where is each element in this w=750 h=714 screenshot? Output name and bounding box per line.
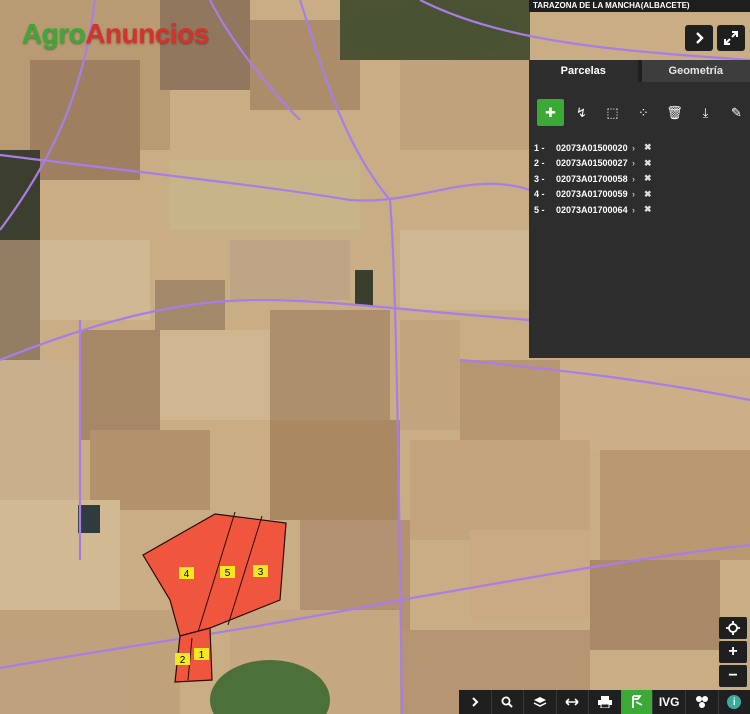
list-item[interactable]: 2 - 02073A01500027 › ✖ xyxy=(534,156,750,172)
edit-button[interactable]: ✎ xyxy=(723,99,750,126)
svg-text:1: 1 xyxy=(199,650,205,661)
chevron-right-icon[interactable]: › xyxy=(632,158,644,168)
measure-icon xyxy=(565,698,580,706)
chevron-right-icon[interactable]: › xyxy=(632,205,644,215)
layers-icon xyxy=(533,697,547,707)
share-button[interactable] xyxy=(684,690,718,714)
list-item[interactable]: 1 - 02073A01500020 › ✖ xyxy=(534,140,750,156)
panel-body: ✚ ↯ ⬚ ⁘ 🗑 ⤓ ✎ 1 -02073A01500020 › ✖ 2 -020… xyxy=(529,82,750,358)
add-parcel-icon: ✚ xyxy=(545,104,556,120)
parcel-label-1: 1 xyxy=(194,648,209,661)
parcel-number: 3 - xyxy=(534,173,545,184)
parcel-code[interactable]: 02073A01700059 xyxy=(556,189,632,199)
parcel-code[interactable]: 02073A01700058 xyxy=(556,174,632,184)
select-parcel-button[interactable]: ↯ xyxy=(568,99,595,126)
edit-icon: ✎ xyxy=(731,104,742,120)
download-icon: ⤓ xyxy=(702,104,709,120)
search-button[interactable] xyxy=(490,690,524,714)
expand-icon xyxy=(724,31,738,45)
close-icon[interactable]: ✖ xyxy=(644,142,652,153)
tab-parcelas[interactable]: Parcelas xyxy=(529,60,638,82)
tab-geometria[interactable]: Geometría xyxy=(641,60,750,82)
parcel-toolbar: ✚ ↯ ⬚ ⁘ 🗑 ⤓ ✎ xyxy=(529,82,750,126)
list-item[interactable]: 3 - 02073A01700058 › ✖ xyxy=(534,171,750,187)
search-icon xyxy=(501,696,514,708)
delete-button[interactable]: 🗑 xyxy=(661,99,688,126)
parcel-label-2: 2 xyxy=(175,653,190,666)
select-parcel-icon: ↯ xyxy=(576,104,587,120)
add-parcel-button[interactable]: ✚ xyxy=(537,99,564,126)
logo-anuncios: Anuncios xyxy=(85,18,209,49)
parcel-code[interactable]: 02073A01700064 xyxy=(556,205,632,215)
panel-tabs: Parcelas Geometría xyxy=(529,60,750,82)
list-item[interactable]: 4 - 02073A01700059 › ✖ xyxy=(534,187,750,203)
svg-text:5: 5 xyxy=(225,568,231,579)
fullscreen-button[interactable] xyxy=(717,25,745,51)
list-item[interactable]: 5 - 02073A01700064 › ✖ xyxy=(534,202,750,218)
parcel-panel: Parcelas Geometría ✚ ↯ ⬚ ⁘ 🗑 ⤓ ✎ 1 - 0207… xyxy=(529,60,750,358)
crosshair-icon xyxy=(726,621,740,635)
close-icon[interactable]: ✖ xyxy=(644,173,652,184)
info-icon: i xyxy=(727,695,742,709)
print-icon xyxy=(598,696,613,708)
add-area-button[interactable]: ⬚ xyxy=(599,99,626,126)
parcel-code[interactable]: 02073A01500027 xyxy=(556,158,632,168)
chevron-right-icon[interactable]: › xyxy=(632,143,644,153)
parcel-label-4: 4 xyxy=(179,567,194,580)
parcel-list: 1 -02073A01500020 › ✖ 2 -02073A01500027 › ✖ … xyxy=(529,140,750,218)
zoom-in-button[interactable]: + xyxy=(719,641,747,663)
parcel-number: 5 - xyxy=(534,204,545,215)
print-button[interactable] xyxy=(588,690,621,714)
parcel-tool-button[interactable] xyxy=(620,690,653,714)
close-icon[interactable]: ✖ xyxy=(644,204,652,215)
download-button[interactable]: ⤓ xyxy=(692,99,719,126)
close-icon[interactable]: ✖ xyxy=(644,158,652,169)
svg-text:4: 4 xyxy=(184,569,190,580)
ivg-button[interactable]: IVG xyxy=(652,690,685,714)
info-button[interactable]: i xyxy=(717,690,750,714)
parcel-number: 1 - xyxy=(534,142,545,153)
share-icon xyxy=(695,696,708,708)
chevron-right-icon[interactable]: › xyxy=(632,189,644,199)
add-point-button[interactable]: ⁘ xyxy=(630,99,657,126)
zoom-out-button[interactable]: − xyxy=(719,665,747,687)
layers-button[interactable] xyxy=(523,690,556,714)
chevron-right-icon xyxy=(696,32,704,44)
parcel-label-3: 3 xyxy=(253,565,268,578)
chevron-right-icon[interactable]: › xyxy=(632,174,644,184)
location-label: TARAZONA DE LA MANCHA(ALBACETE) xyxy=(529,0,750,12)
next-button[interactable] xyxy=(685,25,713,51)
chevron-right-icon xyxy=(472,697,479,707)
agroanuncios-logo[interactable]: AgroAnuncios xyxy=(22,18,209,50)
delete-icon: 🗑 xyxy=(666,104,683,120)
close-icon[interactable]: ✖ xyxy=(644,189,652,200)
parcel-code[interactable]: 02073A01500020 xyxy=(556,143,632,153)
parcel-number: 4 - xyxy=(534,189,545,200)
add-point-icon: ⁘ xyxy=(638,104,649,120)
bottom-toolbar: IVG i xyxy=(459,690,750,714)
svg-text:3: 3 xyxy=(258,567,264,578)
locate-button[interactable] xyxy=(719,617,747,639)
parcel-tool-icon xyxy=(631,695,642,708)
parcel-label-5: 5 xyxy=(220,566,235,579)
measure-button[interactable] xyxy=(555,690,589,714)
logo-agro: Agro xyxy=(22,18,86,49)
svg-text:2: 2 xyxy=(180,655,186,666)
add-area-icon: ⬚ xyxy=(606,104,619,120)
toolbar-next-button[interactable] xyxy=(459,690,491,714)
parcel-number: 2 - xyxy=(534,158,545,169)
